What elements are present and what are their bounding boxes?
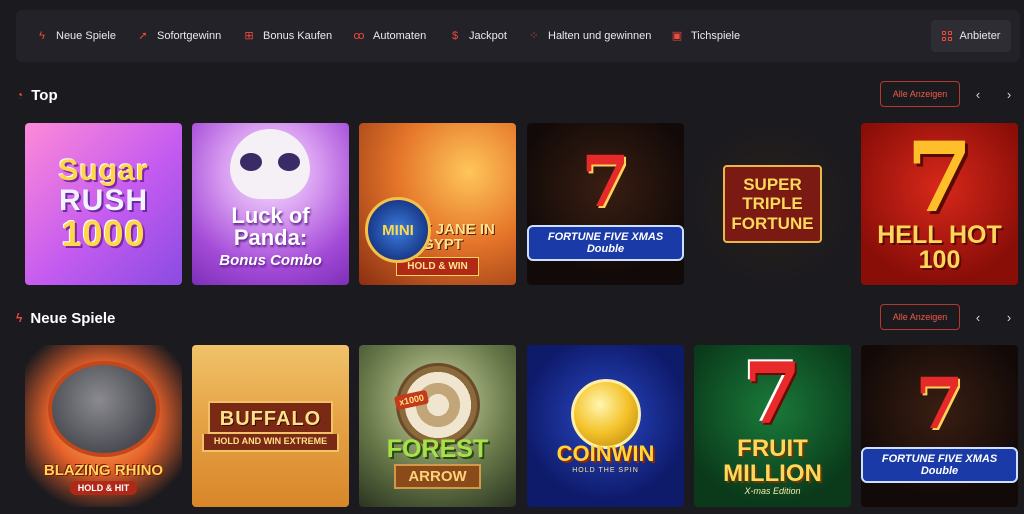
- seven-symbol: 7: [915, 362, 964, 445]
- game-title-banner: FORTUNE FIVE XMAS Double: [861, 447, 1018, 483]
- game-tile-fortune-five[interactable]: 7 FORTUNE FIVE XMAS Double: [527, 123, 684, 285]
- game-title-line: TRIPLE: [742, 194, 803, 214]
- dots-grid-icon: ⁘: [529, 30, 539, 42]
- game-title: FOREST: [386, 435, 489, 463]
- rocket-icon: ➚: [138, 30, 148, 42]
- nav-item-jackpot[interactable]: $ Jackpot: [449, 10, 507, 62]
- nav-item-sofortgewinn[interactable]: ➚ Sofortgewinn: [137, 10, 221, 62]
- nav-label: Halten und gewinnen: [548, 30, 652, 42]
- nav-item-automaten[interactable]: ꝏ Automaten: [353, 10, 426, 62]
- game-subtitle: X-mas Edition: [744, 485, 801, 496]
- game-tile-blazing-rhino[interactable]: BLAZING RHINO HOLD & HIT: [25, 345, 182, 507]
- gift-icon: ⊞: [244, 30, 254, 42]
- game-tile-coin-win[interactable]: COINWIN HOLD THE SPIN: [527, 345, 684, 507]
- carousel-next-button[interactable]: ›: [999, 304, 1019, 330]
- lightning-icon: ϟ: [39, 30, 45, 42]
- game-title-line: Sugar: [58, 154, 149, 187]
- nav-item-neue-spiele[interactable]: ϟ Neue Spiele: [36, 10, 116, 62]
- section-title-text: Neue Spiele: [30, 309, 116, 327]
- seven-symbol: 7: [581, 140, 630, 223]
- section-title-top: ◔ Top: [16, 81, 58, 109]
- game-title-block: SUPER TRIPLE FORTUNE: [723, 164, 822, 244]
- section-title-new: ϟ Neue Spiele: [16, 304, 115, 332]
- nav-label: Sofortgewinn: [157, 30, 222, 42]
- game-tile-luck-of-panda[interactable]: Luck of Panda: Bonus Combo: [192, 123, 349, 285]
- cherries-icon: ꝏ: [353, 30, 365, 42]
- game-title: HELL HOT 100: [877, 221, 1002, 275]
- game-title: FRUIT MILLION: [723, 434, 822, 487]
- game-tile-lucky-jane[interactable]: MINI LUCKY JANE IN EGYPT HOLD & WIN: [359, 123, 516, 285]
- provider-label: Anbieter: [959, 30, 1001, 42]
- rhino-image: [47, 361, 160, 457]
- seven-symbol: 7: [906, 123, 973, 234]
- nav-label: Bonus Kaufen: [263, 30, 333, 42]
- game-title-line: FORTUNE: [731, 213, 814, 233]
- nav-item-tichspiele[interactable]: ▣ Tichspiele: [671, 10, 740, 62]
- section-title-text: Top: [31, 86, 58, 104]
- game-tile-buffalo[interactable]: BUFFALO HOLD AND WIN EXTREME: [192, 345, 349, 507]
- show-all-button[interactable]: Alle Anzeigen: [880, 81, 960, 107]
- game-title: COINWIN: [556, 440, 655, 466]
- nav-item-bonus-kaufen[interactable]: ⊞ Bonus Kaufen: [243, 10, 332, 62]
- game-badge: HOLD & HIT: [69, 481, 138, 495]
- game-title-banner: FORTUNE FIVE XMAS Double: [527, 225, 684, 261]
- nav-item-halten-und-gewinnen[interactable]: ⁘ Halten und gewinnen: [528, 10, 651, 62]
- fire-icon: ◔: [16, 88, 24, 102]
- mini-badge: MINI: [365, 197, 431, 263]
- game-tile-forest-arrow[interactable]: x1000 FOREST ARROW: [359, 345, 516, 507]
- provider-grid-icon: [941, 31, 952, 41]
- game-title: Luck of Panda:: [231, 202, 310, 250]
- game-title-line: SUPER: [743, 174, 802, 194]
- section-header-new: ϟ Neue Spiele Alle Anzeigen ‹ ›: [16, 304, 1020, 332]
- game-subtitle: HOLD THE SPIN: [572, 466, 639, 474]
- game-subtitle: HOLD AND WIN EXTREME: [201, 433, 340, 452]
- game-title: BUFFALO: [207, 400, 334, 434]
- carousel-next-button[interactable]: ›: [999, 81, 1019, 107]
- game-tile-fortune-five-2[interactable]: 7 FORTUNE FIVE XMAS Double: [861, 345, 1018, 507]
- game-subtitle: ARROW: [394, 464, 481, 489]
- game-subtitle: Bonus Combo: [219, 251, 322, 269]
- lightning-icon: ϟ: [16, 311, 23, 325]
- coin-image: [570, 378, 641, 449]
- provider-button[interactable]: Anbieter: [931, 20, 1011, 52]
- section-header-top: ◔ Top Alle Anzeigen ‹ ›: [16, 81, 1020, 109]
- game-tile-super-triple-fortune[interactable]: SUPER TRIPLE FORTUNE: [694, 123, 851, 285]
- game-tile-hell-hot[interactable]: 7 HELL HOT 100: [861, 123, 1018, 285]
- carousel-prev-button[interactable]: ‹: [968, 81, 988, 107]
- cards-icon: ▣: [671, 30, 683, 42]
- game-tile-fruit-million[interactable]: 7 FRUIT MILLION X-mas Edition: [694, 345, 851, 507]
- show-all-button[interactable]: Alle Anzeigen: [880, 304, 960, 330]
- game-title-line: 1000: [61, 213, 146, 254]
- game-title: BLAZING RHINO: [43, 462, 164, 479]
- coin-icon: $: [451, 30, 459, 42]
- nav-label: Neue Spiele: [56, 30, 116, 42]
- nav-label: Jackpot: [469, 30, 507, 42]
- category-nav: ϟ Neue Spiele ➚ Sofortgewinn ⊞ Bonus Kau…: [16, 10, 1020, 62]
- game-title-line: RUSH: [58, 184, 148, 217]
- nav-label: Automaten: [373, 30, 427, 42]
- panda-image: [230, 129, 310, 199]
- game-tile-sugar-rush[interactable]: Sugar RUSH 1000: [25, 123, 182, 285]
- carousel-prev-button[interactable]: ‹: [968, 304, 988, 330]
- nav-label: Tichspiele: [691, 30, 741, 42]
- seven-symbol: 7: [743, 345, 802, 444]
